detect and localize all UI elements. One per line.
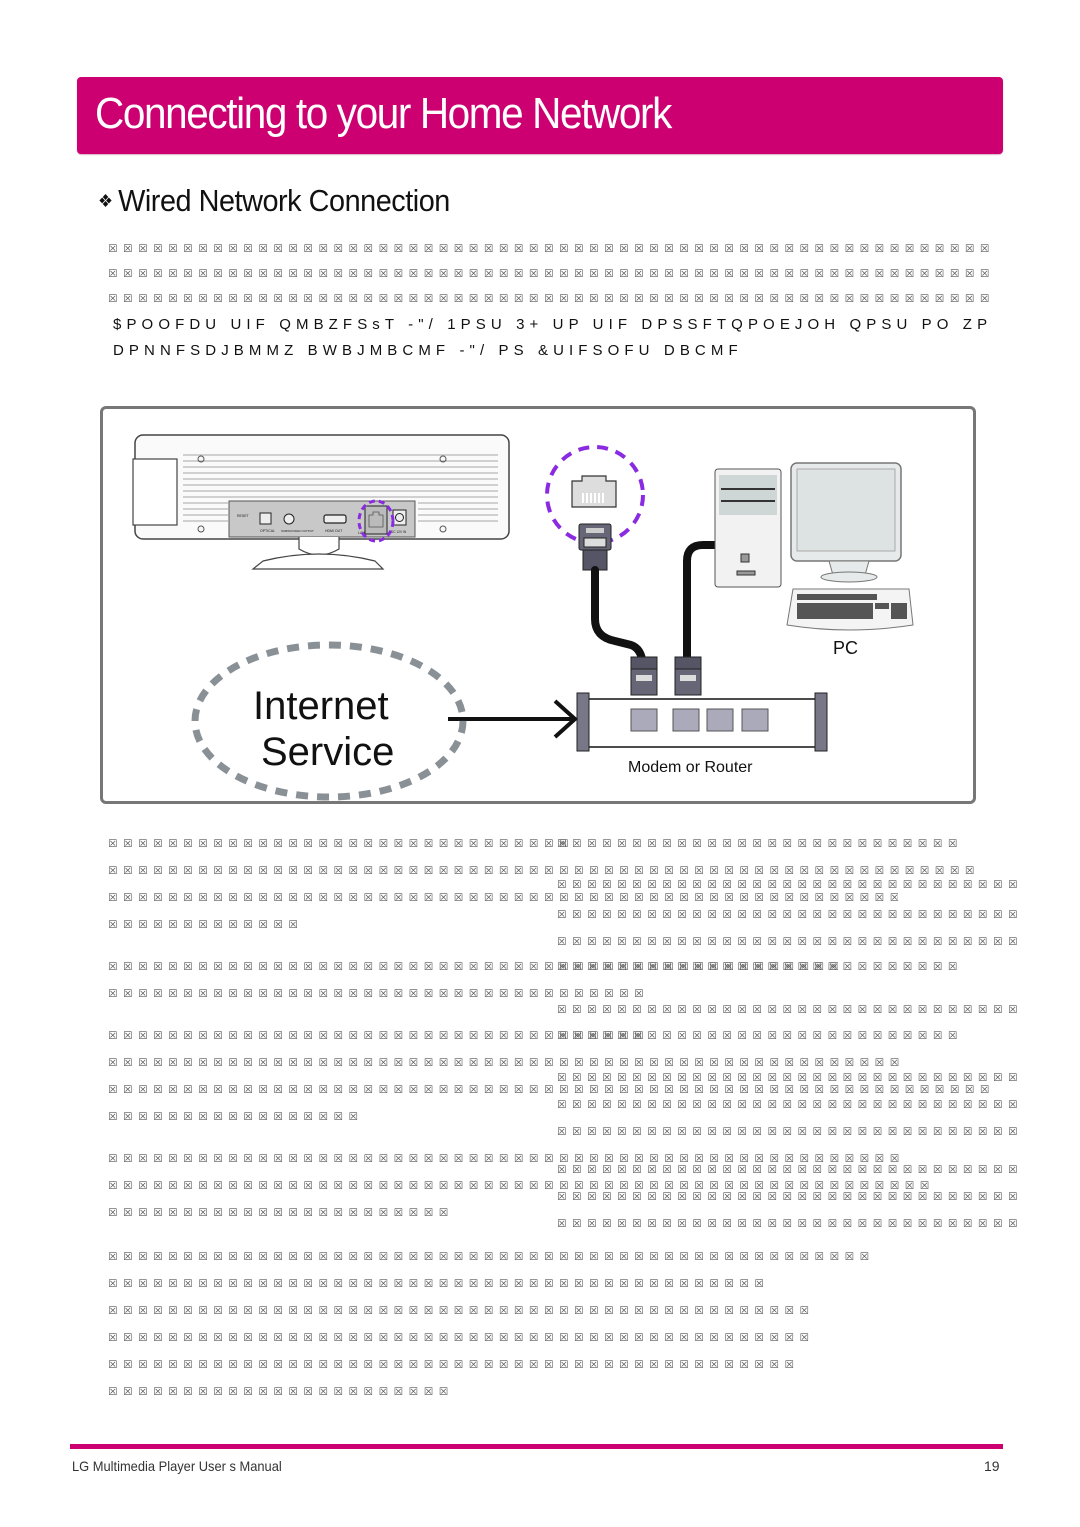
dc-in-port <box>392 509 407 526</box>
port-label-subwoofer: SUBWOOFER OUTPUT <box>281 529 314 533</box>
router-label: Modem or Router <box>628 759 753 776</box>
port-label-reset: RESET <box>237 514 250 518</box>
body-line: ☒☒☒☒☒☒☒☒☒☒☒☒☒☒☒☒☒☒☒☒☒☒☒☒☒☒☒☒☒☒☒☒☒☒☒☒☒☒☒☒… <box>108 1326 815 1345</box>
page-title: Connecting to your Home Network <box>95 89 672 138</box>
body-line: ☒☒☒☒☒☒☒☒☒☒☒☒☒☒☒☒☒☒☒☒☒☒☒☒☒☒☒☒☒☒☒ <box>557 1120 1024 1139</box>
section-heading-text: Wired Network Connection <box>118 183 450 218</box>
pc-illustration: PC <box>714 462 914 658</box>
connection-diagram: RESET OPTICAL SUBWOOFER OUTPUT HDMI OUT … <box>100 406 976 804</box>
footer-manual-title: LG Multimedia Player User s Manual <box>72 1458 282 1474</box>
body-line: ☒☒☒☒☒☒☒☒☒☒☒☒☒☒☒☒☒☒☒☒☒☒☒☒☒☒☒☒☒☒☒ <box>557 1066 1024 1085</box>
subwoofer-port <box>283 513 295 525</box>
body-line: ☒☒☒☒☒☒☒☒☒☒☒☒☒☒☒☒☒☒☒☒☒☒☒☒☒☒☒☒☒ <box>557 955 957 974</box>
body-line: ☒☒☒☒☒☒☒☒☒☒☒☒☒☒☒☒☒☒☒☒☒☒☒☒☒☒☒☒☒☒☒☒☒☒☒☒☒☒☒☒… <box>108 1299 815 1318</box>
port-label-dc: DC 12V IN <box>391 530 407 534</box>
router-plugs <box>630 656 702 696</box>
body-line: ☒☒☒☒☒☒☒☒☒☒☒☒☒☒☒☒☒☒☒☒☒☒☒ <box>108 1201 454 1220</box>
encoded-instruction-line: DPNNFSDJBMMZ BWBJMBCMF -"/ PS &UIFSOFU D… <box>113 342 743 359</box>
body-line: ☒☒☒☒☒☒☒☒☒☒☒☒☒☒☒☒☒☒☒☒☒☒☒☒☒☒☒☒☒☒☒ <box>557 1212 1024 1231</box>
body-line: ☒☒☒☒☒☒☒☒☒☒☒☒☒☒☒☒☒☒☒☒☒☒☒☒☒☒☒☒☒☒☒☒☒☒☒☒☒☒☒☒… <box>108 1353 800 1372</box>
pc-label: PC <box>833 638 858 658</box>
ethernet-cable-pc <box>683 541 715 671</box>
port-label-hdmi: HDMI OUT <box>325 529 343 533</box>
body-line: ☒☒☒☒☒☒☒☒☒☒☒☒☒☒☒☒☒☒☒☒☒☒☒☒☒☒☒☒☒☒☒ <box>557 930 1024 949</box>
body-line: ☒☒☒☒☒☒☒☒☒☒☒☒☒ <box>108 913 304 932</box>
body-line: ☒☒☒☒☒☒☒☒☒☒☒☒☒☒☒☒☒☒☒☒☒☒☒☒☒☒☒☒☒☒☒ <box>557 873 1024 892</box>
body-line: ☒☒☒☒☒☒☒☒☒☒☒☒☒☒☒☒☒☒☒☒☒☒☒☒☒☒☒☒☒ <box>557 1024 957 1043</box>
port-label-optical: OPTICAL <box>260 529 275 533</box>
body-line: ☒☒☒☒☒☒☒☒☒☒☒☒☒☒☒☒☒☒☒☒☒☒☒☒☒☒☒☒☒☒☒ <box>557 1158 1024 1177</box>
intro-line: ☒☒☒☒☒☒☒☒☒☒☒☒☒☒☒☒☒☒☒☒☒☒☒☒☒☒☒☒☒☒☒☒☒☒☒☒☒☒☒☒… <box>108 262 995 281</box>
body-line: ☒☒☒☒☒☒☒☒☒☒☒☒☒☒☒☒☒ <box>108 1105 364 1124</box>
encoded-instruction-line: $POOFDU UIF QMBZFSsT -"/ 1PSU 3+ UP UIF … <box>113 316 993 333</box>
player-stand <box>251 553 385 570</box>
router-port-4 <box>741 708 769 732</box>
router-port-3 <box>706 708 734 732</box>
intro-line: ☒☒☒☒☒☒☒☒☒☒☒☒☒☒☒☒☒☒☒☒☒☒☒☒☒☒☒☒☒☒☒☒☒☒☒☒☒☒☒☒… <box>108 287 995 306</box>
body-line: ☒☒☒☒☒☒☒☒☒☒☒☒☒☒☒☒☒☒☒☒☒☒☒ <box>108 1380 454 1399</box>
optical-port <box>259 512 272 525</box>
body-line: ☒☒☒☒☒☒☒☒☒☒☒☒☒☒☒☒☒☒☒☒☒☒☒☒☒☒☒☒☒☒☒ <box>557 1093 1024 1112</box>
body-line: ☒☒☒☒☒☒☒☒☒☒☒☒☒☒☒☒☒☒☒☒☒☒☒☒☒☒☒☒☒☒☒ <box>108 832 575 851</box>
router-port-1 <box>630 708 658 732</box>
section-heading: ❖ Wired Network Connection <box>98 183 450 219</box>
body-line: ☒☒☒☒☒☒☒☒☒☒☒☒☒☒☒☒☒☒☒☒☒☒☒☒☒☒☒☒☒☒☒ <box>557 998 1024 1017</box>
title-banner: Connecting to your Home Network <box>77 77 1003 154</box>
page-number: 19 <box>984 1458 1000 1474</box>
arrow-icon <box>448 699 578 739</box>
body-line: ☒☒☒☒☒☒☒☒☒☒☒☒☒☒☒☒☒☒☒☒☒☒☒☒☒☒☒☒☒☒☒ <box>557 903 1024 922</box>
lan-port <box>364 505 388 535</box>
modem-router: Modem or Router <box>576 692 828 776</box>
multimedia-player-rear: RESET OPTICAL SUBWOOFER OUTPUT HDMI OUT … <box>132 434 510 570</box>
diamond-bullet-icon: ❖ <box>98 191 113 211</box>
hdmi-port <box>323 514 347 524</box>
body-line: ☒☒☒☒☒☒☒☒☒☒☒☒☒☒☒☒☒☒☒☒☒☒☒☒☒☒☒☒☒☒☒☒☒☒☒☒☒☒☒☒… <box>108 1272 770 1291</box>
router-end-cap-left <box>576 692 590 752</box>
footer-divider <box>70 1444 1003 1449</box>
body-line: ☒☒☒☒☒☒☒☒☒☒☒☒☒☒☒☒☒☒☒☒☒☒☒☒☒☒☒ <box>557 832 963 851</box>
router-port-2 <box>672 708 700 732</box>
internet-label: Internet <box>253 684 389 728</box>
intro-line: ☒☒☒☒☒☒☒☒☒☒☒☒☒☒☒☒☒☒☒☒☒☒☒☒☒☒☒☒☒☒☒☒☒☒☒☒☒☒☒☒… <box>108 237 995 256</box>
body-line: ☒☒☒☒☒☒☒☒☒☒☒☒☒☒☒☒☒☒☒☒☒☒☒☒☒☒☒☒☒☒☒ <box>557 1185 1024 1204</box>
internet-service-bubble: Internet Service <box>191 641 467 801</box>
service-label: Service <box>261 730 394 774</box>
router-end-cap-right <box>814 692 828 752</box>
diagram-svg: RESET OPTICAL SUBWOOFER OUTPUT HDMI OUT … <box>132 434 914 801</box>
body-line: ☒☒☒☒☒☒☒☒☒☒☒☒☒☒☒☒☒☒☒☒☒☒☒☒☒☒☒☒☒☒☒☒☒☒☒☒☒☒☒☒… <box>108 1245 875 1264</box>
player-side-panel <box>132 458 178 526</box>
